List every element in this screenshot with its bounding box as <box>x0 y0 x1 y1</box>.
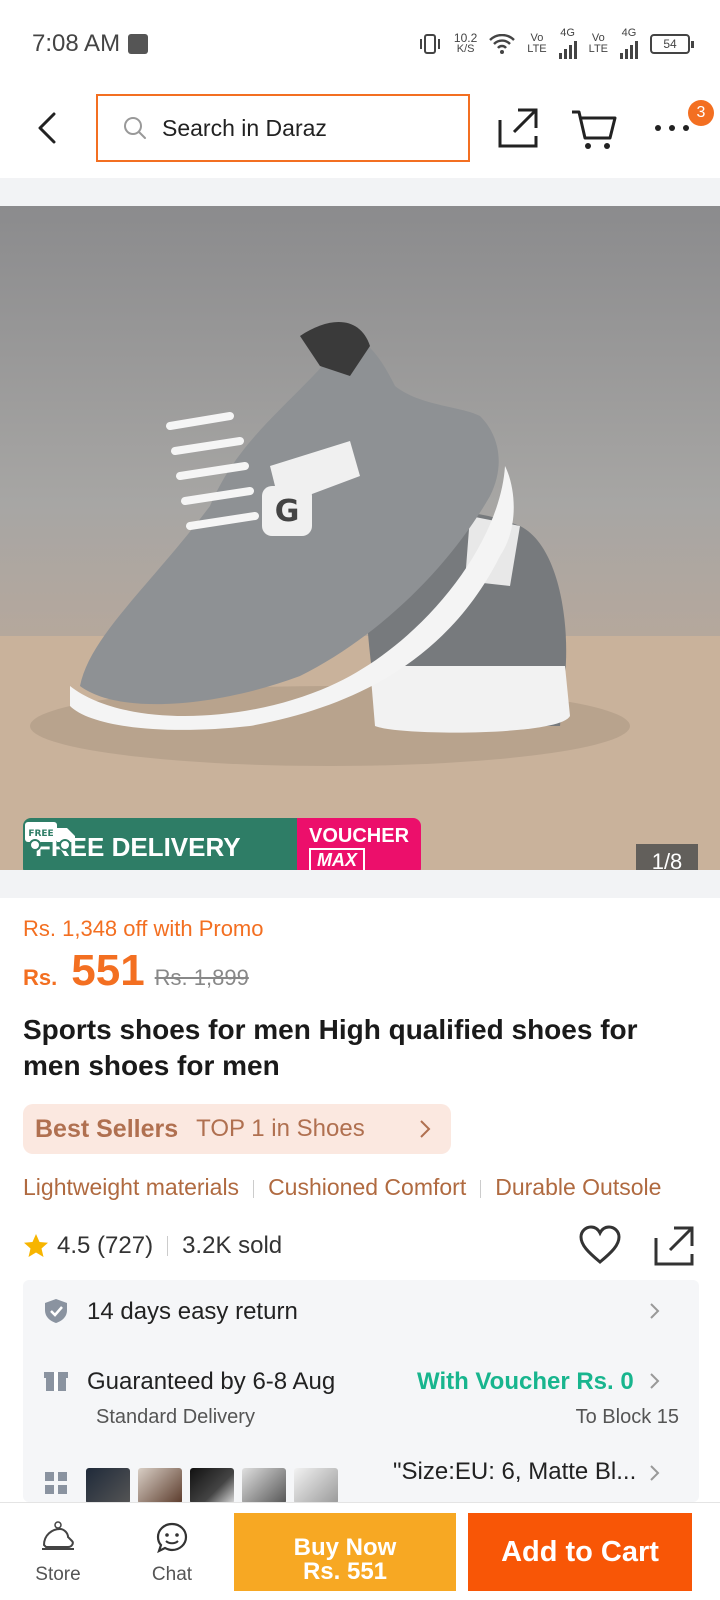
svg-text:FREE: FREE <box>28 829 53 839</box>
signal-bars-icon <box>558 39 577 59</box>
separator <box>253 1179 255 1198</box>
divider <box>0 870 720 898</box>
delivery-destination[interactable]: To Block 15 <box>576 1406 679 1429</box>
chevron-right-icon[interactable] <box>649 1302 661 1320</box>
search-icon <box>124 117 146 139</box>
volte-label-1: Vo LTE <box>527 31 547 55</box>
share-icon[interactable] <box>652 1224 696 1268</box>
store-icon <box>42 1521 74 1550</box>
voucher-shipping[interactable]: With Voucher Rs. 0 <box>417 1368 634 1396</box>
separator <box>167 1236 169 1256</box>
chevron-right-icon[interactable] <box>649 1464 661 1482</box>
sold-count: 3.2K sold <box>182 1232 283 1259</box>
net-speed: 10.2 K/S <box>453 31 478 55</box>
original-price: Rs. 1,899 <box>154 965 249 990</box>
chat-button[interactable]: Chat <box>140 1521 204 1586</box>
wifi-icon <box>489 33 516 54</box>
separator <box>480 1179 482 1198</box>
search-input[interactable] <box>162 114 442 142</box>
notification-icon <box>128 34 148 54</box>
product-image-gallery[interactable]: G FREE FREE DELIVERY VOUCHER MAX 1/8 <box>0 206 720 870</box>
chevron-right-icon[interactable] <box>649 1372 661 1390</box>
variants-grid-icon <box>45 1472 67 1494</box>
feature-tag: Durable Outsole <box>495 1174 662 1200</box>
product-title: Sports shoes for men High qualified shoe… <box>23 1014 638 1081</box>
cart-icon[interactable] <box>570 104 618 152</box>
signal-2: 4G <box>620 28 638 59</box>
variant-thumbnail[interactable] <box>242 1468 286 1504</box>
best-sellers-label: Best Sellers <box>35 1114 179 1143</box>
notification-badge: 3 <box>688 100 714 126</box>
feature-tags: Lightweight materials Cushioned Comfort Du… <box>23 1174 720 1201</box>
store-button[interactable]: Store <box>22 1521 94 1586</box>
battery-icon: 54 <box>650 33 694 54</box>
best-sellers-banner[interactable]: Best Sellers TOP 1 in Shoes <box>23 1104 451 1154</box>
image-counter: 1/8 <box>636 844 698 870</box>
search-box[interactable] <box>96 94 470 162</box>
shield-check-icon <box>45 1299 67 1323</box>
status-time: 7:08 AM <box>32 30 121 57</box>
svg-text:G: G <box>275 494 300 529</box>
promo-text: Rs. 1,348 off with Promo <box>23 916 264 941</box>
delivery-guarantee[interactable]: Guaranteed by 6-8 Aug <box>87 1368 335 1396</box>
status-bar: 7:08 AM 10.2 K/S Vo LTE 4G Vo LTE 4G 54 <box>0 0 720 88</box>
price-currency: Rs. <box>23 965 58 990</box>
buy-now-button[interactable]: Buy Now Rs. 551 <box>234 1513 456 1591</box>
top-header: 3 <box>0 88 720 178</box>
chat-label: Chat <box>151 1564 193 1585</box>
truck-icon: FREE <box>25 822 75 851</box>
selected-variant[interactable]: "Size:EU: 6, Matte Bl... <box>393 1458 636 1486</box>
product-image: G <box>0 322 720 870</box>
variant-thumbnail[interactable] <box>138 1468 182 1504</box>
add-to-cart-button[interactable]: Add to Cart <box>468 1513 692 1591</box>
feature-tag: Cushioned Comfort <box>268 1174 467 1200</box>
rating-row[interactable]: 4.5 (727) 3.2K sold <box>23 1228 282 1264</box>
delivery-type: Standard Delivery <box>96 1406 255 1428</box>
status-icons: 10.2 K/S Vo LTE 4G Vo LTE 4G 54 <box>418 28 694 59</box>
variant-thumbnail[interactable] <box>86 1468 130 1504</box>
rating-value: 4.5 <box>57 1232 91 1259</box>
free-delivery-banner: FREE FREE DELIVERY <box>23 818 321 870</box>
bottom-action-bar: Store Chat Buy Now Rs. 551 Add to Cart <box>0 1502 720 1600</box>
price-value: 551 <box>71 946 145 995</box>
signal-1: 4G <box>558 28 577 59</box>
store-label: Store <box>35 1564 81 1585</box>
chevron-right-icon <box>420 1120 431 1138</box>
share-icon[interactable] <box>496 106 540 150</box>
volte-label-2: Vo LTE <box>588 31 608 55</box>
signal-bars-icon <box>620 39 638 59</box>
return-policy[interactable]: 14 days easy return <box>87 1298 298 1326</box>
review-count: (727) <box>97 1232 154 1259</box>
feature-tag: Lightweight materials <box>23 1174 240 1200</box>
star-icon <box>24 1234 48 1257</box>
divider <box>0 178 720 206</box>
delivery-box-icon <box>44 1372 68 1391</box>
best-sellers-rank: TOP 1 in Shoes <box>196 1115 365 1142</box>
wishlist-heart-icon[interactable] <box>578 1224 622 1266</box>
price-row: Rs. 551 Rs. 1,899 <box>23 946 249 996</box>
vibrate-icon <box>419 33 440 54</box>
variant-thumbnail[interactable] <box>294 1468 338 1504</box>
chat-icon <box>156 1522 188 1554</box>
variant-thumbnail[interactable] <box>190 1468 234 1504</box>
voucher-max-badge: VOUCHER MAX <box>297 818 421 870</box>
back-arrow-icon[interactable] <box>28 108 68 148</box>
